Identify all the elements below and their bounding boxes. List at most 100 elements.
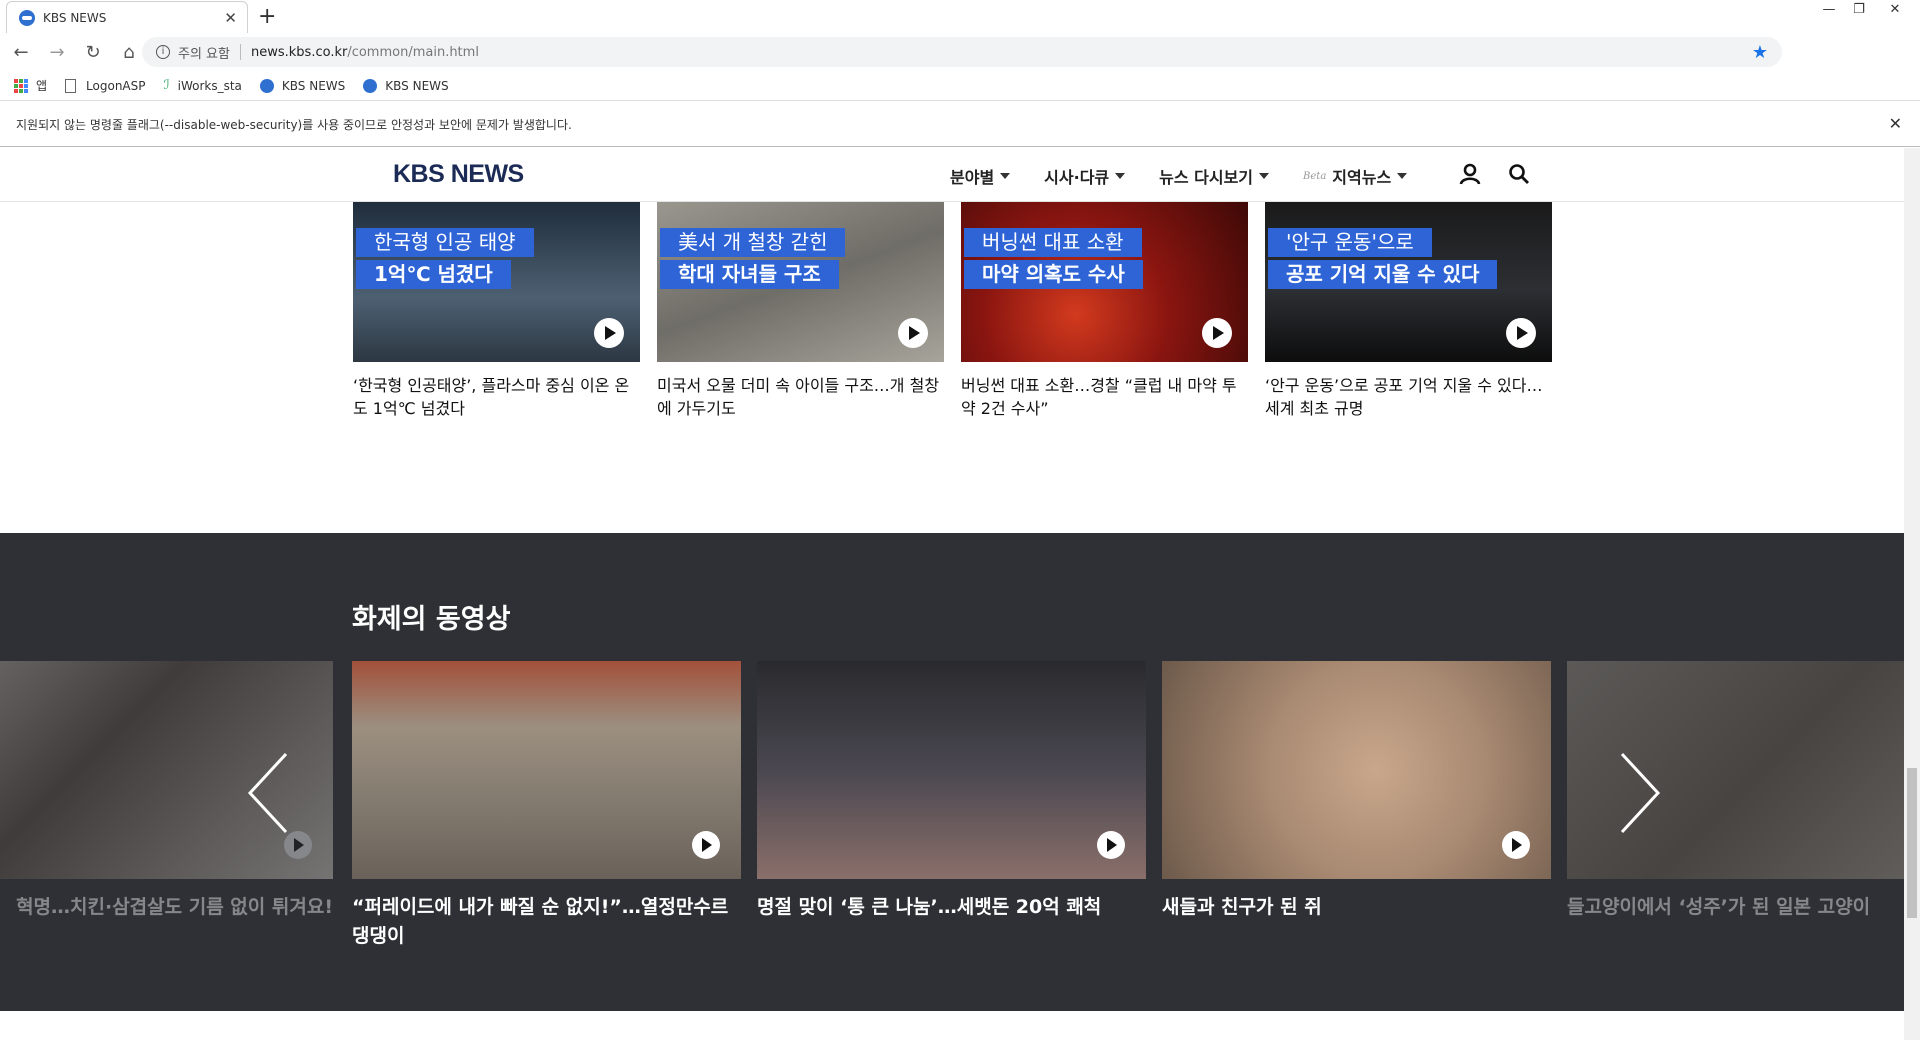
bookmark-label: iWorks_sta xyxy=(177,78,242,93)
reload-icon[interactable]: ↻ xyxy=(78,42,108,63)
window-close-icon[interactable]: ✕ xyxy=(1872,0,1918,22)
news-title[interactable]: ‘안구 운동’으로 공포 기억 지울 수 있다…세계 최초 규명 xyxy=(1265,374,1550,420)
new-tab-button[interactable]: + xyxy=(258,4,276,29)
info-icon[interactable]: i xyxy=(156,45,170,59)
bookmarks-bar: 앱 LogonASP ℐ iWorks_sta KBS NEWS KBS NEW… xyxy=(0,71,1920,101)
play-icon[interactable] xyxy=(1502,831,1530,859)
bookmark-label: LogonASP xyxy=(86,78,146,93)
play-icon[interactable] xyxy=(1506,318,1536,348)
caption-line-1: 버닝썬 대표 소환 xyxy=(964,228,1142,257)
iworks-icon: ℐ xyxy=(163,78,170,93)
chevron-down-icon xyxy=(1115,173,1126,179)
chevron-down-icon xyxy=(1259,173,1270,179)
bookmark-apps[interactable]: 앱 xyxy=(14,77,47,94)
video-thumbnail[interactable] xyxy=(1162,661,1551,879)
bookmark-star-icon[interactable]: ★ xyxy=(1752,42,1768,63)
address-separator xyxy=(239,44,241,60)
address-bar[interactable]: i 주의 요함 news.kbs.co.kr/common/main.html … xyxy=(142,37,1782,67)
browser-toolbar: ← → ↻ ⌂ i 주의 요함 news.kbs.co.kr/common/ma… xyxy=(0,33,1920,94)
nav-label: 분야별 xyxy=(950,168,995,187)
news-card[interactable]: 버닝썬 대표 소환 마약 의혹도 수사 버닝썬 대표 소환…경찰 “클럽 내 마… xyxy=(961,202,1248,420)
document-icon xyxy=(65,78,77,93)
section-heading: 화제의 동영상 xyxy=(352,604,511,635)
carousel-next-icon[interactable] xyxy=(1614,748,1664,838)
caption-line-1: 美서 개 철창 갇힌 xyxy=(660,228,846,257)
video-card[interactable]: 새들과 친구가 된 쥐 xyxy=(1162,661,1551,922)
bookmark-kbs-news-1[interactable]: KBS NEWS xyxy=(259,78,346,93)
search-icon[interactable] xyxy=(1508,163,1530,185)
user-icon[interactable] xyxy=(1459,163,1481,185)
nav-local-news[interactable]: Beta 지역뉴스 xyxy=(1303,164,1408,188)
caption-line-2: 공포 기억 지울 수 있다 xyxy=(1268,260,1498,289)
video-card[interactable]: 명절 맞이 ‘통 큰 나눔’…세뱃돈 20억 쾌척 xyxy=(757,661,1146,922)
news-card[interactable]: '안구 운동'으로 공포 기억 지울 수 있다 ‘안구 운동’으로 공포 기억 … xyxy=(1265,202,1552,420)
video-title[interactable]: “퍼레이드에 내가 빠질 순 없지!”…열정만수르 댕댕이 xyxy=(352,893,741,951)
security-warning[interactable]: 주의 요함 xyxy=(178,43,230,62)
apps-icon xyxy=(14,78,28,93)
tab-title: KBS NEWS xyxy=(43,10,107,25)
nav-current-affairs[interactable]: 시사·다큐 xyxy=(1044,164,1126,188)
caption-line-2: 학대 자녀들 구조 xyxy=(660,260,839,289)
main-nav: 분야별 시사·다큐 뉴스 다시보기 Beta 지역뉴스 xyxy=(950,164,1441,188)
site-logo[interactable]: KBS NEWS xyxy=(393,160,524,189)
caption-line-2: 마약 의혹도 수사 xyxy=(964,260,1143,289)
kbs-favicon-icon xyxy=(19,9,35,26)
forward-icon[interactable]: → xyxy=(42,42,72,63)
page-scrollbar[interactable] xyxy=(1904,148,1920,1040)
news-title[interactable]: ‘한국형 인공태양’, 플라스마 중심 이온 온도 1억℃ 넘겼다 xyxy=(353,374,638,420)
news-thumbnail[interactable]: 한국형 인공 태양 1억℃ 넘겼다 xyxy=(353,202,640,362)
tab-bar: KBS NEWS ✕ + — ❐ ✕ xyxy=(0,0,1920,33)
bookmark-logonasp[interactable]: LogonASP xyxy=(65,78,146,93)
news-thumbnail[interactable]: 버닝썬 대표 소환 마약 의혹도 수사 xyxy=(961,202,1248,362)
bookmark-label: KBS NEWS xyxy=(385,78,449,93)
beta-badge: Beta xyxy=(1303,170,1327,182)
news-thumbnail[interactable]: 美서 개 철창 갇힌 학대 자녀들 구조 xyxy=(657,202,944,362)
browser-tab[interactable]: KBS NEWS ✕ xyxy=(6,1,248,33)
bookmark-label: 앱 xyxy=(36,79,48,93)
video-title-line-2: 댕댕이 xyxy=(352,925,405,947)
chevron-down-icon xyxy=(1000,173,1011,179)
video-card[interactable]: “퍼레이드에 내가 빠질 순 없지!”…열정만수르 댕댕이 xyxy=(352,661,741,951)
play-icon[interactable] xyxy=(898,318,928,348)
caption-line-1: 한국형 인공 태양 xyxy=(356,228,534,257)
nav-label: 지역뉴스 xyxy=(1332,168,1392,187)
news-title[interactable]: 미국서 오물 더미 속 아이들 구조…개 철창에 가두기도 xyxy=(657,374,942,420)
news-thumbnail[interactable]: '안구 운동'으로 공포 기억 지울 수 있다 xyxy=(1265,202,1552,362)
infobar-text: 지원되지 않는 명령줄 플래그(--disable-web-security)를… xyxy=(16,117,572,132)
play-icon[interactable] xyxy=(594,318,624,348)
page-bottom xyxy=(0,1011,1904,1040)
nav-category[interactable]: 분야별 xyxy=(950,164,1011,188)
bookmark-label: KBS NEWS xyxy=(281,78,346,93)
nav-label: 뉴스 다시보기 xyxy=(1159,168,1254,187)
close-tab-icon[interactable]: ✕ xyxy=(224,9,237,27)
caption-line-2: 1억℃ 넘겼다 xyxy=(356,260,511,289)
web-page: KBS NEWS 분야별 시사·다큐 뉴스 다시보기 Beta 지역뉴스 한국형 … xyxy=(0,148,1904,1040)
scrollbar-thumb[interactable] xyxy=(1907,768,1917,918)
back-icon[interactable]: ← xyxy=(6,42,36,63)
chevron-down-icon xyxy=(1397,173,1408,179)
nav-label: 시사·다큐 xyxy=(1044,168,1110,187)
video-thumbnail[interactable] xyxy=(352,661,741,879)
carousel-prev-icon[interactable] xyxy=(244,748,294,838)
play-icon[interactable] xyxy=(1202,318,1232,348)
news-card[interactable]: 美서 개 철창 갇힌 학대 자녀들 구조 미국서 오물 더미 속 아이들 구조…… xyxy=(657,202,944,420)
video-title[interactable]: 새들과 친구가 된 쥐 xyxy=(1162,893,1551,922)
video-title[interactable]: 들고양이에서 ‘성주’가 된 일본 고양이 xyxy=(1567,893,1904,922)
kbs-icon xyxy=(259,78,274,93)
news-title[interactable]: 버닝썬 대표 소환…경찰 “클럽 내 마약 투약 2건 수사” xyxy=(961,374,1246,420)
news-card[interactable]: 한국형 인공 태양 1억℃ 넘겼다 ‘한국형 인공태양’, 플라스마 중심 이온… xyxy=(353,202,640,420)
play-icon[interactable] xyxy=(692,831,720,859)
infobar-close-icon[interactable]: ✕ xyxy=(1889,114,1902,133)
video-thumbnail[interactable] xyxy=(757,661,1146,879)
nav-news-replay[interactable]: 뉴스 다시보기 xyxy=(1159,164,1270,188)
site-header: KBS NEWS 분야별 시사·다큐 뉴스 다시보기 Beta 지역뉴스 xyxy=(0,148,1904,202)
bookmark-kbs-news-2[interactable]: KBS NEWS xyxy=(363,78,449,93)
bookmark-iworks[interactable]: ℐ iWorks_sta xyxy=(164,78,242,93)
video-title[interactable]: 명절 맞이 ‘통 큰 나눔’…세뱃돈 20억 쾌척 xyxy=(757,893,1146,922)
url-path: /common/main.html xyxy=(347,44,479,60)
video-title-text: 혁명…치킨·삼겹살도 기름 없이 튀겨요! xyxy=(16,896,333,918)
video-title[interactable]: 혁명…치킨·삼겹살도 기름 없이 튀겨요! xyxy=(0,893,333,922)
home-icon[interactable]: ⌂ xyxy=(114,42,144,63)
play-icon[interactable] xyxy=(1097,831,1125,859)
caption-line-1: '안구 운동'으로 xyxy=(1268,228,1432,257)
